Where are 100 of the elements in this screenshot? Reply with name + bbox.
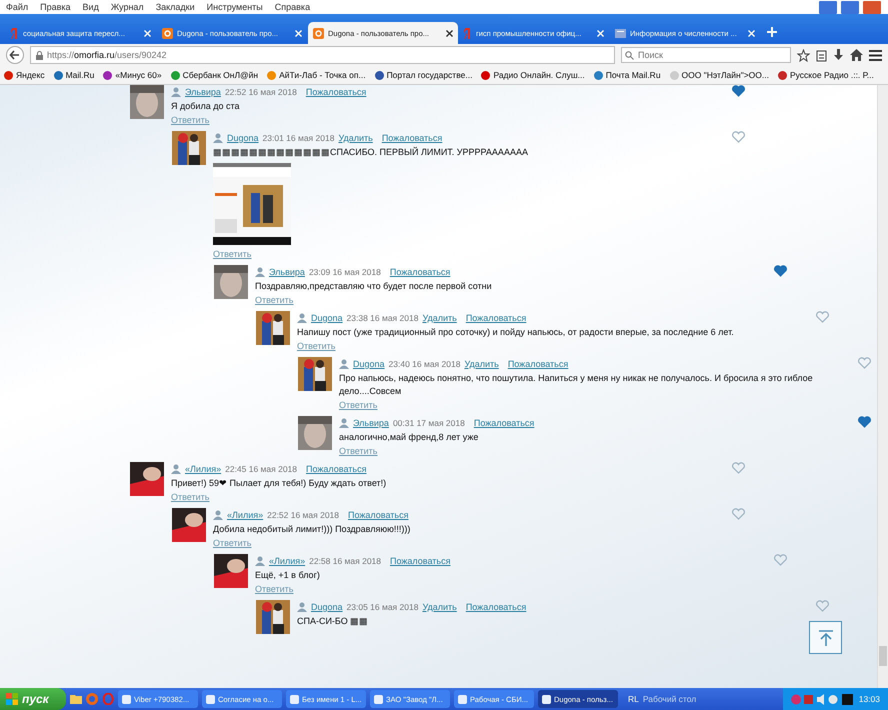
close-icon[interactable] [446, 30, 453, 36]
reply-link[interactable]: Ответить [339, 400, 378, 410]
author-link[interactable]: Эльвира [269, 267, 305, 277]
lock-icon [36, 50, 43, 60]
user-icon [339, 359, 349, 369]
clipboard-icon[interactable] [816, 48, 827, 62]
report-link[interactable]: Пожаловаться [466, 602, 526, 612]
comment-time: 00:31 17 мая 2018 [392, 418, 465, 428]
menu-item[interactable]: Вид [82, 2, 99, 12]
delete-link[interactable]: Удалить [422, 313, 457, 323]
comment-text: СПА-СИ-БО ▦▦ [297, 615, 370, 628]
user-icon [255, 556, 265, 566]
user-icon [255, 267, 265, 277]
desktop-label[interactable]: Рабочий стол [642, 694, 696, 704]
report-link[interactable]: Пожаловаться [390, 556, 450, 566]
comment-text: Я добила до ста [171, 100, 240, 113]
menu-item[interactable]: Правка [40, 2, 71, 12]
comment-text: Ещё, +1 в блог) [255, 569, 321, 582]
bookmark-item[interactable]: ООО "НэтЛайн">ОО... [670, 70, 769, 80]
reply-link[interactable]: Ответить [255, 584, 294, 594]
author-link[interactable]: «Лилия» [185, 464, 222, 474]
download-icon[interactable] [833, 48, 844, 62]
search-icon [625, 51, 634, 60]
menu-icon[interactable] [869, 50, 882, 60]
letter-icon [11, 28, 19, 38]
report-link[interactable]: Пожаловаться [348, 510, 408, 520]
menu-item[interactable]: Инструменты [206, 2, 263, 12]
reply-link[interactable]: Ответить [339, 446, 378, 456]
report-link[interactable]: Пожаловаться [466, 313, 526, 323]
user-icon [213, 133, 223, 143]
comment-time: 23:40 16 мая 2018 [388, 359, 460, 369]
author-link[interactable]: Эльвира [185, 87, 221, 97]
comment-text: Про напьюсь, надеюсь понятно, что пошутила. Напиться у меня ну никак не получалось. И бросила я это гиблое дело....Совсем [339, 372, 814, 398]
heart-icon[interactable] [774, 265, 787, 277]
windows-logo-icon [6, 693, 18, 705]
search-field[interactable]: Поиск [621, 47, 791, 63]
author-link[interactable]: Dugona [227, 133, 259, 143]
reply-link[interactable]: Ответить [171, 492, 210, 502]
heart-icon[interactable] [732, 85, 745, 97]
home-icon[interactable] [850, 49, 863, 61]
reply-link[interactable]: Ответить [213, 249, 252, 259]
address-field[interactable]: https://omorfia.ru/users/90242 [30, 46, 615, 64]
author-link[interactable]: Dugona [311, 602, 343, 612]
heart-icon[interactable] [858, 416, 871, 428]
language-indicator[interactable]: RL [628, 694, 639, 704]
reply-link[interactable]: Ответить [213, 538, 252, 548]
delete-link[interactable]: Удалить [422, 602, 457, 612]
site-icon [313, 28, 324, 38]
folder-icon[interactable] [70, 694, 82, 704]
close-button[interactable] [862, 0, 882, 14]
comment-text: ▦▦▦▦▦▦▦▦▦▦▦▦▦СПАСИБО. ПЕРВЫЙ ЛИМИТ. УРРРРААААААА [213, 146, 529, 159]
author-link[interactable]: «Лилия» [269, 556, 306, 566]
comment-time: 22:52 16 мая 2018 [224, 87, 297, 97]
author-link[interactable]: Эльвира [353, 418, 389, 428]
bookmark-item[interactable]: Русское Радио .::. Р... [778, 70, 874, 80]
back-icon[interactable] [6, 46, 24, 64]
author-link[interactable]: «Лилия» [227, 510, 264, 520]
letter-icon [464, 28, 472, 38]
scrollbar-track[interactable] [877, 85, 888, 688]
tray-icons-drawing[interactable] [790, 694, 853, 704]
report-link[interactable]: Пожаловаться [474, 418, 534, 428]
site-icon [162, 28, 173, 38]
menu-item[interactable]: Журнал [110, 2, 144, 12]
report-link[interactable]: Пожаловаться [390, 267, 450, 277]
author-link[interactable]: Dugona [353, 359, 385, 369]
page-icon [615, 28, 626, 38]
menu-item[interactable]: Закладки [156, 2, 195, 12]
author-link[interactable]: Dugona [311, 313, 343, 323]
bookmark-item[interactable]: Яндекс [4, 70, 45, 80]
reply-link[interactable]: Ответить [297, 341, 336, 351]
comment-time: 23:05 16 мая 2018 [346, 602, 418, 612]
report-link[interactable]: Пожаловаться [306, 464, 366, 474]
comment-text: аналогично,май френд,8 лет уже [339, 431, 480, 444]
menu-item[interactable]: Справка [274, 2, 310, 12]
bookmark-item[interactable]: Сбербанк ОнЛ@йн [170, 70, 258, 80]
report-link[interactable]: Пожаловаться [382, 133, 442, 143]
report-link[interactable]: Пожаловаться [508, 359, 568, 369]
start-button[interactable]: пуск [0, 688, 66, 710]
delete-link[interactable]: Удалить [464, 359, 499, 369]
bookmark-item[interactable]: Mail.Ru [54, 70, 94, 80]
menu-item[interactable]: Файл [6, 2, 28, 12]
user-icon [171, 464, 181, 474]
delete-link[interactable]: Удалить [338, 133, 373, 143]
report-link[interactable]: Пожаловаться [306, 87, 366, 97]
bookmark-item[interactable]: Радио Онлайн. Слуш... [481, 70, 585, 80]
bookmark-item[interactable]: Портал государстве... [374, 70, 472, 80]
bookmark-item[interactable]: АйТи-Лаб - Точка оп... [267, 70, 366, 80]
scrollbar-thumb[interactable] [879, 646, 887, 666]
minimize-button[interactable] [818, 0, 838, 14]
bookmark-item[interactable]: Почта Mail.Ru [594, 70, 661, 80]
maximize-button[interactable] [840, 0, 860, 14]
plus-icon[interactable] [767, 27, 777, 37]
star-icon[interactable] [797, 48, 810, 62]
scroll-top-button[interactable] [809, 621, 842, 654]
reply-link[interactable]: Ответить [255, 295, 294, 305]
comment-time: 23:38 16 мая 2018 [346, 313, 418, 323]
bookmark-item[interactable]: «Минус 60» [103, 70, 162, 80]
reply-link[interactable]: Ответить [171, 115, 210, 125]
user-icon [213, 510, 223, 520]
comment-text: Напишу пост (уже традиционный про соточку) и пойду напьюсь, от радости вперые, за последние 6 лет. [297, 326, 735, 339]
